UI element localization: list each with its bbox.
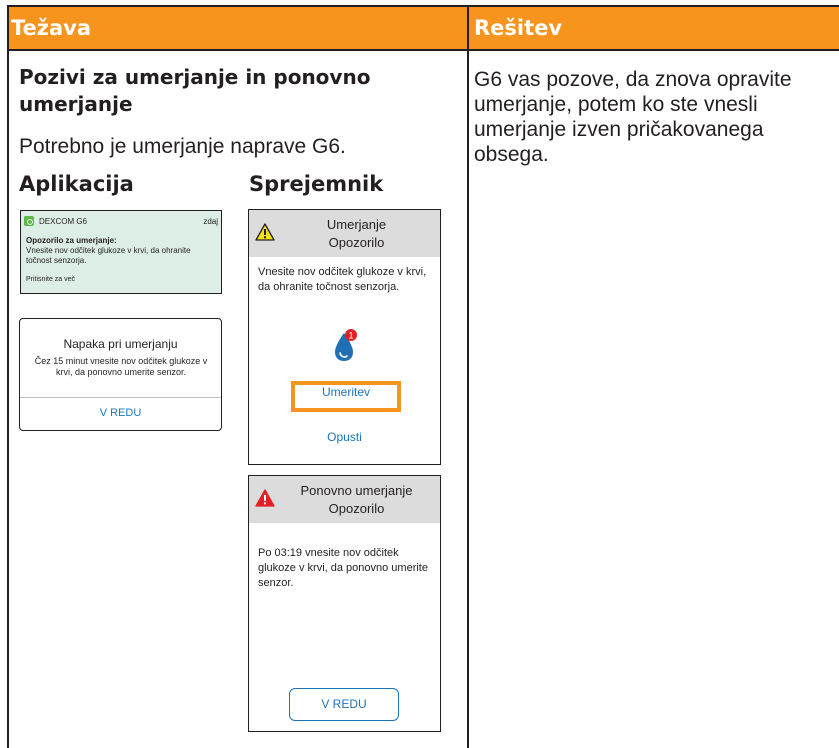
- table-left-border: [7, 7, 9, 748]
- header-separator: [7, 49, 839, 51]
- receiver-heading: Sprejemnik: [249, 172, 384, 196]
- alert-title-line1: Ponovno umerjanje: [300, 483, 413, 498]
- dialog-title: Napaka pri umerjanju: [63, 337, 178, 351]
- table-column-divider: [467, 7, 469, 748]
- dialog-divider: [20, 397, 221, 398]
- receiver-recalibration-screen: Ponovno umerjanje Opozorilo Po 03:19 vne…: [248, 475, 441, 732]
- dialog-message: Čez 15 minut vnesite nov odčitek glukoze…: [34, 356, 208, 377]
- dexcom-app-icon: [24, 216, 34, 226]
- receiver-alert-message: Po 03:19 vnesite nov odčitek glukoze v k…: [258, 547, 428, 589]
- solution-text: G6 vas pozove, da znova opravite umerjan…: [474, 68, 792, 166]
- problem-header: Težava: [11, 16, 92, 40]
- receiver-alert-header: Ponovno umerjanje Opozorilo: [249, 476, 440, 523]
- solution-header: Rešitev: [474, 16, 563, 40]
- blood-drop-icon: 1: [335, 329, 357, 361]
- notification-time: zdaj: [203, 217, 218, 226]
- notification-body: Vnesite nov odčitek glukoze v krvi, da o…: [26, 246, 191, 265]
- receiver-alert-message: Vnesite nov odčitek glukoze v krvi, da o…: [258, 266, 427, 293]
- ok-button[interactable]: V REDU: [289, 688, 399, 721]
- notification-header: DEXCOM G6 zdaj: [24, 216, 218, 228]
- alert-title-line2: Opozorilo: [328, 235, 385, 250]
- issue-title: Pozivi za umerjanje in ponovno umerjanje: [19, 65, 371, 116]
- calibrate-button[interactable]: Umeritev: [291, 381, 401, 412]
- notification-more-hint: Pritisnite za več: [26, 276, 76, 283]
- table-header-row: Težava Rešitev: [7, 7, 839, 49]
- receiver-calibration-screen: Umerjanje Opozorilo Vnesite nov odčitek …: [248, 209, 441, 465]
- app-heading: Aplikacija: [19, 172, 134, 196]
- issue-description: Potrebno je umerjanje naprave G6.: [19, 135, 346, 158]
- receiver-alert-title: Ponovno umerjanje Opozorilo: [279, 482, 434, 518]
- calibration-notification[interactable]: DEXCOM G6 zdaj Opozorilo za umerjanje: V…: [20, 210, 222, 294]
- receiver-alert-header: Umerjanje Opozorilo: [249, 210, 440, 257]
- receiver-alert-title: Umerjanje Opozorilo: [279, 216, 434, 252]
- badge-count: 1: [348, 331, 353, 341]
- alert-title-line2: Opozorilo: [328, 501, 385, 516]
- notification-title: Opozorilo za umerjanje:: [26, 236, 117, 245]
- alert-title-line1: Umerjanje: [326, 217, 387, 232]
- calibration-error-dialog: Napaka pri umerjanju Čez 15 minut vnesit…: [19, 318, 222, 431]
- warning-triangle-icon: [255, 223, 275, 241]
- dialog-ok-button[interactable]: V REDU: [20, 407, 221, 419]
- warning-triangle-icon: [255, 489, 275, 507]
- dismiss-button[interactable]: Opusti: [249, 430, 440, 444]
- notification-app-name: DEXCOM G6: [39, 217, 88, 226]
